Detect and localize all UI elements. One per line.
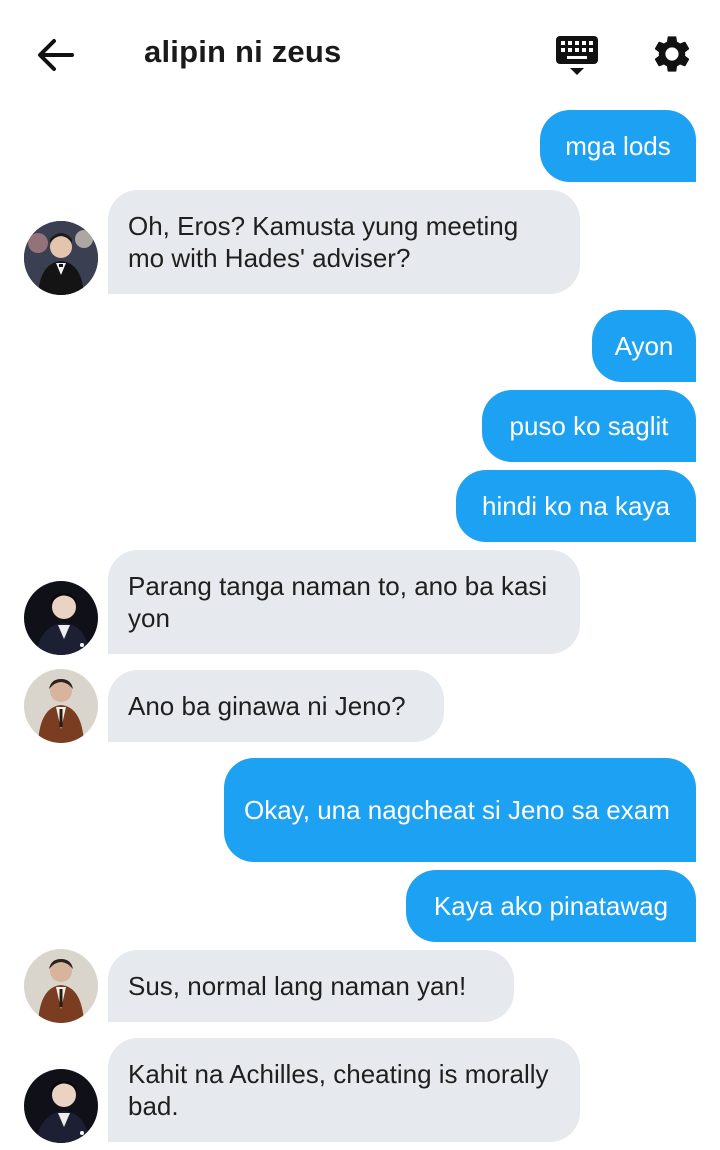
keyboard-button[interactable] [554, 32, 600, 78]
message-text: Ano ba ginawa ni Jeno? [128, 691, 406, 721]
message-text: Kahit na Achilles, cheating is morally b… [128, 1059, 549, 1121]
outgoing-message[interactable]: Kaya ako pinatawag [406, 870, 696, 942]
incoming-message[interactable]: Oh, Eros? Kamusta yung meeting mo with H… [108, 190, 580, 294]
avatar[interactable] [24, 221, 98, 295]
incoming-message[interactable]: Kahit na Achilles, cheating is morally b… [108, 1038, 580, 1142]
outgoing-message[interactable]: puso ko saglit [482, 390, 696, 462]
message-text: mga lods [565, 131, 671, 161]
chat-header: alipin ni zeus [0, 0, 720, 108]
gear-icon [654, 36, 690, 72]
message-text: hindi ko na kaya [482, 491, 670, 521]
incoming-message[interactable]: Parang tanga naman to, ano ba kasi yon [108, 550, 580, 654]
avatar[interactable] [24, 581, 98, 655]
incoming-message[interactable]: Ano ba ginawa ni Jeno? [108, 670, 444, 742]
keyboard-icon [556, 36, 598, 75]
message-text: Okay, una nagcheat si Jeno sa exam [244, 795, 670, 825]
outgoing-message[interactable]: Ayon [592, 310, 696, 382]
incoming-message[interactable]: Sus, normal lang naman yan! [108, 950, 514, 1022]
chat-title: alipin ni zeus [144, 34, 342, 69]
avatar[interactable] [24, 949, 98, 1023]
arrow-left-icon [38, 39, 74, 71]
message-text: Parang tanga naman to, ano ba kasi yon [128, 571, 548, 633]
outgoing-message[interactable]: Okay, una nagcheat si Jeno sa exam [224, 758, 696, 862]
settings-button[interactable] [650, 32, 694, 76]
message-text: Kaya ako pinatawag [433, 891, 669, 921]
message-text: Sus, normal lang naman yan! [128, 971, 467, 1001]
back-button[interactable] [34, 33, 78, 77]
avatar[interactable] [24, 1069, 98, 1143]
outgoing-message[interactable]: mga lods [540, 110, 696, 182]
message-text: puso ko saglit [509, 411, 669, 441]
message-text: Oh, Eros? Kamusta yung meeting mo with H… [128, 211, 519, 273]
outgoing-message[interactable]: hindi ko na kaya [456, 470, 696, 542]
avatar[interactable] [24, 669, 98, 743]
message-text: Ayon [614, 331, 674, 361]
